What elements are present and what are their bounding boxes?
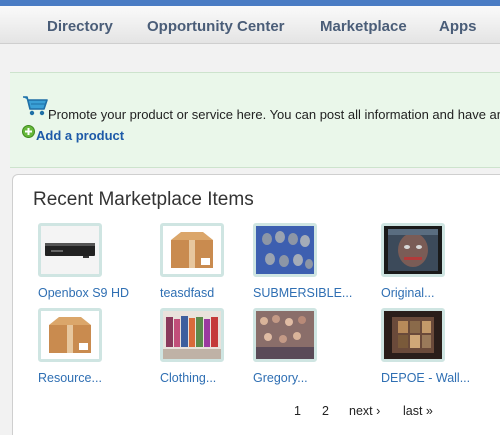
page-2-link[interactable]: 2 <box>322 404 329 418</box>
next-page-link[interactable]: next › <box>349 404 380 418</box>
item-label[interactable]: SUBMERSIBLE... <box>253 286 365 300</box>
item-label[interactable]: Openbox S9 HD <box>38 286 150 300</box>
main-nav: Directory Opportunity Center Marketplace… <box>0 6 500 44</box>
marketplace-item[interactable]: Openbox S9 HD <box>38 223 150 300</box>
wall-art-thumbnail[interactable] <box>381 308 445 362</box>
panel-title: Recent Marketplace Items <box>33 189 254 210</box>
item-label[interactable]: DEPOE - Wall... <box>381 371 493 385</box>
promo-text: Promote your product or service here. Yo… <box>48 107 500 122</box>
nav-apps[interactable]: Apps <box>439 18 477 35</box>
nav-opportunity-center[interactable]: Opportunity Center <box>147 18 285 35</box>
cardboard-box-thumbnail[interactable] <box>160 223 224 277</box>
shopping-cart-icon <box>23 96 48 116</box>
set-top-box-thumbnail[interactable] <box>38 223 102 277</box>
nav-marketplace[interactable]: Marketplace <box>320 18 407 35</box>
add-product-link[interactable]: Add a product <box>36 128 124 143</box>
marketplace-item[interactable]: Resource... <box>38 308 150 385</box>
marketplace-item[interactable]: Gregory... <box>253 308 365 385</box>
item-label[interactable]: Original... <box>381 286 493 300</box>
submersible-pumps-thumbnail[interactable] <box>253 223 317 277</box>
promo-banner: Promote your product or service here. Yo… <box>10 72 500 168</box>
recent-items-panel: Recent Marketplace Items Openbox S9 HD t <box>12 174 500 435</box>
cardboard-box-thumbnail[interactable] <box>38 308 102 362</box>
page-1-link[interactable]: 1 <box>294 404 301 418</box>
last-page-link[interactable]: last » <box>403 404 433 418</box>
clothing-rack-thumbnail[interactable] <box>160 308 224 362</box>
add-icon[interactable] <box>22 125 35 138</box>
crowd-photo-thumbnail[interactable] <box>253 308 317 362</box>
marketplace-item[interactable]: DEPOE - Wall... <box>381 308 493 385</box>
painting-thumbnail[interactable] <box>381 223 445 277</box>
marketplace-item[interactable]: SUBMERSIBLE... <box>253 223 365 300</box>
item-label[interactable]: Resource... <box>38 371 150 385</box>
item-label[interactable]: Gregory... <box>253 371 365 385</box>
nav-directory[interactable]: Directory <box>47 18 113 35</box>
marketplace-item[interactable]: Original... <box>381 223 493 300</box>
